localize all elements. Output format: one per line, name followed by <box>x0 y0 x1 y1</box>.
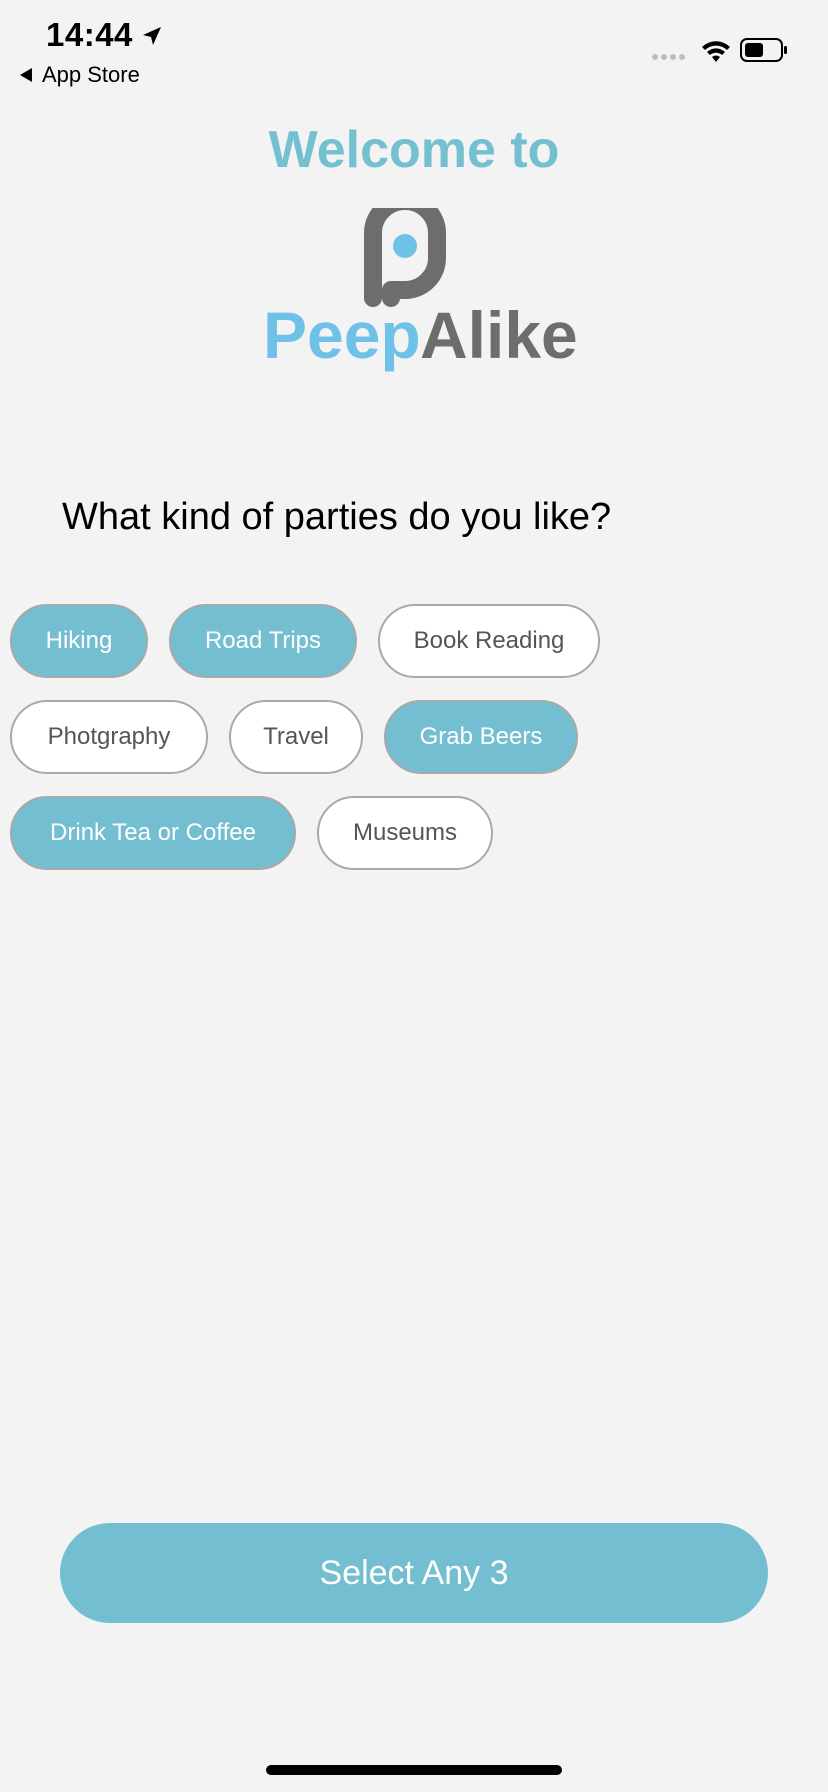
chip-label: Photgraphy <box>47 723 171 750</box>
peepalike-logo: Peep Alike <box>263 208 578 372</box>
back-to-app-store[interactable]: App Store <box>20 62 140 88</box>
chip-label: Drink Tea or Coffee <box>50 819 256 846</box>
select-any-3-button[interactable]: Select Any 3 <box>60 1523 768 1623</box>
onboarding-screen: 14:44 App Store Welcome to Peep Alike Wh… <box>0 0 828 1792</box>
signal-icon <box>652 54 685 60</box>
chip-hiking[interactable]: Hiking <box>10 604 148 678</box>
chip-travel[interactable]: Travel <box>229 700 363 774</box>
chip-photgraphy[interactable]: Photgraphy <box>10 700 208 774</box>
wifi-icon <box>702 41 730 62</box>
chip-museums[interactable]: Museums <box>317 796 493 870</box>
chip-grab-beers[interactable]: Grab Beers <box>384 700 578 774</box>
chip-label: Grab Beers <box>419 723 543 750</box>
chip-label: Road Trips <box>204 627 322 654</box>
chip-road-trips[interactable]: Road Trips <box>169 604 357 678</box>
welcome-title: Welcome to <box>268 121 560 179</box>
home-indicator <box>266 1765 562 1775</box>
chip-label: Book Reading <box>413 627 565 654</box>
svg-text:Alike: Alike <box>420 298 578 372</box>
svg-text:Peep: Peep <box>263 298 421 372</box>
chip-label: Travel <box>263 723 329 750</box>
question-heading: What kind of parties do you like? <box>62 496 612 538</box>
status-time: 14:44 <box>46 16 133 53</box>
chip-label: Hiking <box>45 627 113 654</box>
back-arrow-icon <box>20 68 32 82</box>
chip-label: Museums <box>352 819 458 846</box>
cta-label: Select Any 3 <box>319 1553 509 1592</box>
battery-icon <box>740 38 787 62</box>
chip-book-reading[interactable]: Book Reading <box>378 604 600 678</box>
location-arrow-icon <box>143 27 161 45</box>
chip-drink-tea-or-coffee[interactable]: Drink Tea or Coffee <box>10 796 296 870</box>
back-app-label: App Store <box>42 62 140 87</box>
